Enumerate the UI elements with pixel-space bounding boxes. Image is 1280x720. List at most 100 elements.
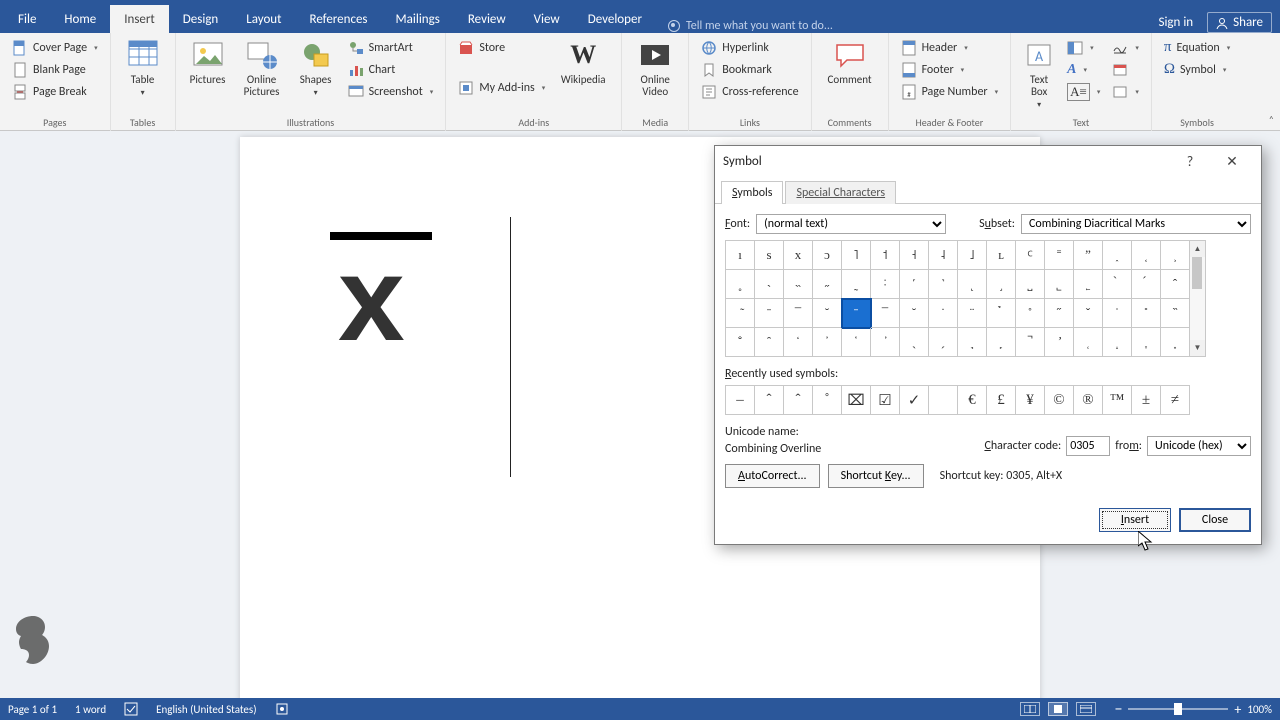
symbol-cell[interactable]: ̍ xyxy=(1103,299,1132,328)
recent-symbol-cell[interactable]: ⌧ xyxy=(842,386,871,415)
symbol-cell[interactable]: ̆ xyxy=(813,299,842,328)
tab-developer[interactable]: Developer xyxy=(574,5,656,33)
symbol-cell[interactable]: ˺ xyxy=(929,270,958,299)
symbol-cell[interactable]: ̙ xyxy=(987,328,1016,357)
recent-symbol-cell[interactable]: ± xyxy=(1132,386,1161,415)
recent-symbol-cell[interactable]: ☑ xyxy=(871,386,900,415)
recent-symbol-cell[interactable]: ® xyxy=(1074,386,1103,415)
symbol-cell[interactable]: ˵ xyxy=(784,270,813,299)
tab-view[interactable]: View xyxy=(520,5,574,33)
symbol-cell[interactable]: ˥ xyxy=(842,241,871,270)
wordart-button[interactable]: A▾ xyxy=(1063,59,1104,80)
online-video-button[interactable]: Online Video xyxy=(630,37,680,100)
recent-symbol-cell[interactable]: ✓ xyxy=(900,386,929,415)
symbol-cell[interactable]: ˭ xyxy=(1045,241,1074,270)
symbol-cell[interactable]: ʟ xyxy=(987,241,1016,270)
symbol-cell[interactable]: ˼ xyxy=(987,270,1016,299)
symbol-cell[interactable]: ̗ xyxy=(929,328,958,357)
recent-symbol-cell[interactable]: ˆ xyxy=(784,386,813,415)
date-time-button[interactable] xyxy=(1108,59,1143,80)
table-button[interactable]: Table▾ xyxy=(119,37,167,100)
symbol-cell[interactable]: ˱ xyxy=(1132,241,1161,270)
zoom-value[interactable]: 100% xyxy=(1247,703,1272,716)
symbol-cell[interactable]: ́ xyxy=(1132,270,1161,299)
status-words[interactable]: 1 word xyxy=(75,703,106,716)
symbol-cell[interactable]: ɔ xyxy=(813,241,842,270)
symbol-cell[interactable]: ̈ xyxy=(958,299,987,328)
tab-review[interactable]: Review xyxy=(454,5,520,33)
symbol-cell[interactable]: ̂ xyxy=(1161,270,1190,299)
symbol-grid[interactable]: ısxɔ˥˦˧˨˩ʟꟲ˭ˮ˰˱˲˳˴˵˶˷˸˹˺˻˼˽˾˿̀́̂̃̄̅̆̄̅̆̇… xyxy=(725,240,1190,357)
recent-symbol-cell[interactable]: ¥ xyxy=(1016,386,1045,415)
tab-mailings[interactable]: Mailings xyxy=(382,5,454,33)
symbol-cell[interactable]: ꟲ xyxy=(1016,241,1045,270)
symbol-cell[interactable]: ˲ xyxy=(1161,241,1190,270)
screenshot-button[interactable]: Screenshot▾ xyxy=(344,81,438,102)
symbol-cell[interactable]: x xyxy=(784,241,813,270)
symbol-cell[interactable]: ̝ xyxy=(1103,328,1132,357)
signature-line-button[interactable]: ▾ xyxy=(1108,37,1143,58)
symbol-cell[interactable]: ̏ xyxy=(1161,299,1190,328)
symbol-cell[interactable]: ̋ xyxy=(1045,299,1074,328)
status-proof-icon[interactable] xyxy=(124,702,138,716)
symbol-cell[interactable]: ̜ xyxy=(1074,328,1103,357)
bookmark-button[interactable]: Bookmark xyxy=(697,59,802,80)
chart-button[interactable]: Chart xyxy=(344,59,438,80)
autocorrect-button[interactable]: AutoCorrect... xyxy=(725,464,820,488)
symbol-cell[interactable]: ˻ xyxy=(958,270,987,299)
recent-symbol-cell[interactable]: ™ xyxy=(1103,386,1132,415)
shapes-button[interactable]: Shapes▾ xyxy=(292,37,340,100)
symbol-cell[interactable]: ̅ xyxy=(784,299,813,328)
symbol-cell[interactable]: ̐ xyxy=(726,328,755,357)
tab-home[interactable]: Home xyxy=(50,5,110,33)
share-button[interactable]: Share xyxy=(1207,12,1272,33)
object-button[interactable]: ▾ xyxy=(1108,81,1143,102)
symbol-cell[interactable]: ˿ xyxy=(1074,270,1103,299)
my-addins-button[interactable]: My Add-ins▾ xyxy=(454,77,549,98)
symbol-cell[interactable]: ˾ xyxy=(1045,270,1074,299)
symbol-cell[interactable]: ˽ xyxy=(1016,270,1045,299)
zoom-in[interactable]: + xyxy=(1234,701,1241,718)
recent-symbol-cell[interactable]: – xyxy=(726,386,755,415)
dialog-close-button[interactable]: ✕ xyxy=(1211,153,1253,170)
recent-symbols-grid[interactable]: –ˆˆ˚⌧☑✓€£¥©®™±≠ xyxy=(725,385,1190,415)
recent-symbol-cell[interactable] xyxy=(929,386,958,415)
zoom-out[interactable]: − xyxy=(1114,700,1122,719)
symbol-cell[interactable]: ̞ xyxy=(1132,328,1161,357)
symbol-cell[interactable]: ˩ xyxy=(958,241,987,270)
quick-parts-button[interactable]: ▾ xyxy=(1063,37,1104,58)
tab-file[interactable]: File xyxy=(4,5,50,33)
symbol-cell[interactable]: ̅ xyxy=(871,299,900,328)
drop-cap-button[interactable]: A≡▾ xyxy=(1063,81,1104,102)
symbol-cell[interactable]: s xyxy=(755,241,784,270)
hyperlink-button[interactable]: Hyperlink xyxy=(697,37,802,58)
grid-scrollbar[interactable]: ▲ ▼ xyxy=(1190,240,1206,357)
symbol-cell[interactable]: ̎ xyxy=(1132,299,1161,328)
insert-button[interactable]: Insert xyxy=(1099,508,1171,532)
symbol-cell[interactable]: ˧ xyxy=(900,241,929,270)
status-page[interactable]: Page 1 of 1 xyxy=(8,703,57,716)
header-button[interactable]: Header▾ xyxy=(897,37,1003,58)
symbol-cell[interactable]: ̊ xyxy=(1016,299,1045,328)
tab-design[interactable]: Design xyxy=(169,5,232,33)
recent-symbol-cell[interactable]: € xyxy=(958,386,987,415)
page-break-button[interactable]: Page Break xyxy=(8,81,102,102)
recent-symbol-cell[interactable]: ˚ xyxy=(813,386,842,415)
recent-symbol-cell[interactable]: ˆ xyxy=(755,386,784,415)
symbol-cell[interactable]: ̘ xyxy=(958,328,987,357)
symbol-cell[interactable]: ̃ xyxy=(726,299,755,328)
symbol-cell[interactable]: ˦ xyxy=(871,241,900,270)
comment-button[interactable]: Comment xyxy=(820,37,880,88)
page-number-button[interactable]: # Page Number▾ xyxy=(897,81,1003,102)
symbol-cell[interactable]: ̑ xyxy=(755,328,784,357)
from-select[interactable]: Unicode (hex) xyxy=(1147,436,1251,456)
recent-symbol-cell[interactable]: © xyxy=(1045,386,1074,415)
charcode-input[interactable] xyxy=(1066,436,1110,456)
close-button[interactable]: Close xyxy=(1179,508,1251,532)
view-web-layout[interactable] xyxy=(1076,702,1096,716)
signin-link[interactable]: Sign in xyxy=(1158,15,1193,30)
symbol-cell[interactable]: ̔ xyxy=(842,328,871,357)
scroll-down[interactable]: ▼ xyxy=(1190,340,1205,356)
symbol-cell[interactable]: ̛ xyxy=(1045,328,1074,357)
recent-symbol-cell[interactable]: ≠ xyxy=(1161,386,1190,415)
